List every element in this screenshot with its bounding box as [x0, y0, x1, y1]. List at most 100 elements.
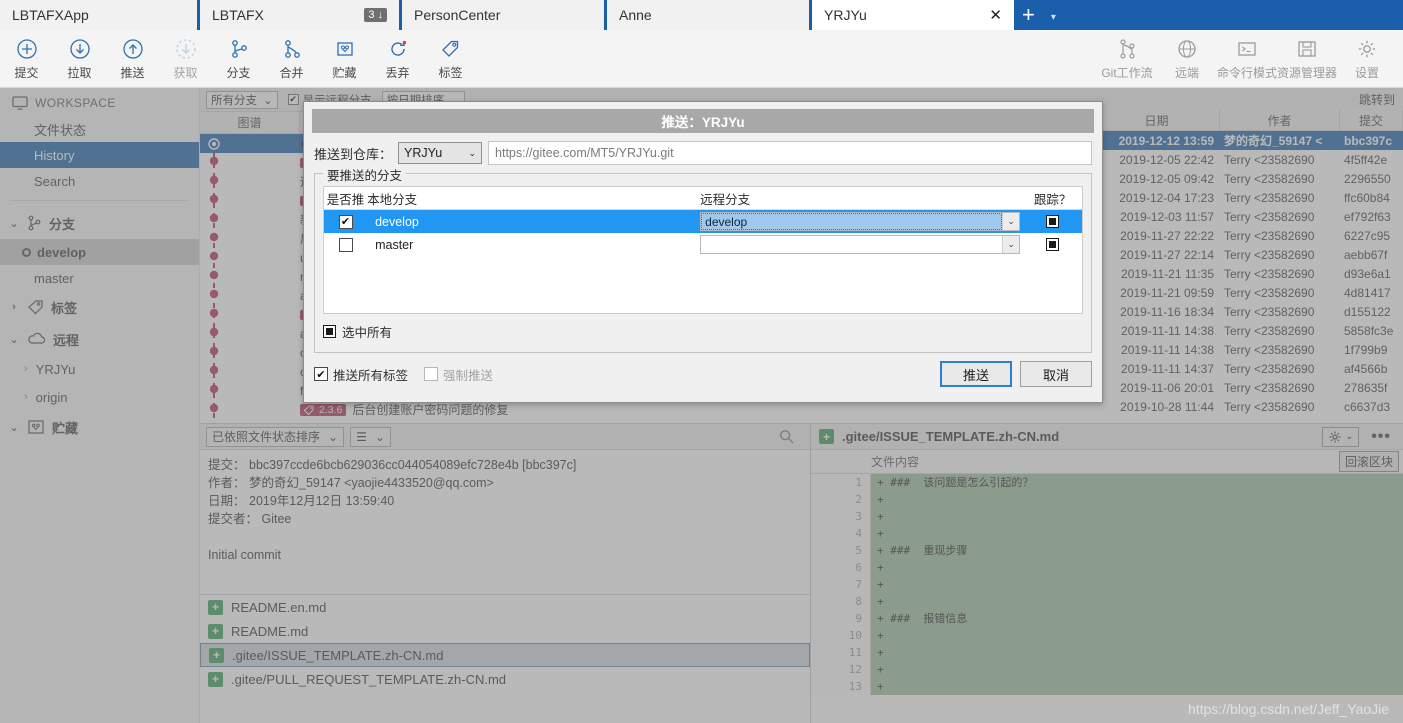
toolbar-label: 分支 — [226, 66, 251, 80]
toolbar-merge-button[interactable]: 合并 — [265, 30, 318, 81]
history-row[interactable]: 2019-11-11 14:38 Terry <23582690 1f799b9 — [1100, 340, 1403, 359]
history-row[interactable]: 2019-11-06 20:01 Terry <23582690 278635f — [1100, 378, 1403, 397]
history-row[interactable]: 2019-11-27 22:14 Terry <23582690 aebb67f — [1100, 245, 1403, 264]
sidebar-group-remotes[interactable]: ⌄ 远程 — [0, 323, 199, 355]
more-icon[interactable]: ••• — [1367, 428, 1395, 446]
history-row[interactable]: 2019-12-03 11:57 Terry <23582690 ef792f6… — [1100, 207, 1403, 226]
new-tab-button[interactable]: + — [1014, 4, 1043, 26]
file-list-item[interactable]: + .gitee/ISSUE_TEMPLATE.zh-CN.md — [200, 643, 810, 667]
push-checkbox-master[interactable] — [324, 237, 367, 252]
globe-icon — [1175, 35, 1199, 63]
history-row[interactable]: 2019-11-11 14:37 Terry <23582690 af4566b — [1100, 359, 1403, 378]
sidebar-remote-origin[interactable]: › origin — [0, 383, 199, 411]
toolbar-pull-button[interactable]: 拉取 — [53, 30, 106, 81]
checkbox-box — [424, 367, 439, 381]
monitor-icon — [12, 96, 28, 110]
sidebar-group-label: 分支 — [49, 216, 76, 232]
sidebar-item-search[interactable]: Search — [0, 168, 199, 194]
push-checkbox-develop[interactable]: ✔ — [324, 214, 367, 229]
toolbar-terminal-button[interactable]: 命令行模式 — [1217, 30, 1277, 81]
toolbar-branch-button[interactable]: 分支 — [212, 30, 265, 81]
combo-box[interactable]: ⌄ — [700, 235, 1021, 254]
sidebar-remote-yrjyu[interactable]: › YRJYu — [0, 355, 199, 383]
toolbar-explorer-button[interactable]: 资源管理器 — [1277, 30, 1337, 81]
tab-anne[interactable]: Anne — [607, 0, 812, 30]
tab-lbtafxapp[interactable]: LBTAFXApp — [0, 0, 200, 30]
checkbox-box — [338, 237, 353, 252]
history-row[interactable]: 2019-11-21 11:35 Terry <23582690 d93e6a1 — [1100, 264, 1403, 283]
remote-branch-combo-develop[interactable]: develop ⌄ — [700, 212, 1023, 231]
line-number: 2 — [855, 493, 862, 506]
sidebar-item-history[interactable]: History — [0, 142, 199, 168]
toolbar-push-button[interactable]: 推送 — [106, 30, 159, 81]
commit-author-line: 作者： 梦的奇幻_59147 <yaojie4433520@qq.com> — [208, 474, 802, 492]
chevron-down-icon[interactable]: ⌄ — [1002, 213, 1020, 230]
toolbar-tag-button[interactable]: 标签 — [424, 30, 477, 81]
history-row[interactable]: 2019-11-16 18:34 Terry <23582690 d155122 — [1100, 302, 1403, 321]
file-list-item[interactable]: + README.md — [200, 619, 810, 643]
repo-url-field[interactable]: https://gitee.com/MT5/YRJYu.git — [488, 141, 1092, 165]
diff-settings-button[interactable]: ⌄ — [1321, 426, 1360, 447]
sidebar-group-branches[interactable]: ⌄ 分支 — [0, 207, 199, 239]
history-cell-date: 2019-12-05 22:42 — [1119, 152, 1214, 167]
branch-row-master[interactable]: master ⌄ — [324, 233, 1082, 256]
file-sort-select[interactable]: 已依照文件状态排序 ⌄ — [206, 426, 345, 447]
history-header-date[interactable]: 日期 — [1100, 110, 1220, 130]
remote-branch-combo-master[interactable]: ⌄ — [700, 235, 1023, 254]
history-cell-author: Terry <23582690 — [1224, 171, 1315, 186]
sidebar-group-stashes[interactable]: ⌄ 贮藏 — [0, 411, 199, 443]
toolbar-remote-button[interactable]: 远端 — [1157, 30, 1217, 81]
select-all-label: 选中所有 — [342, 326, 393, 340]
jump-to-button[interactable]: 跳转到 — [1100, 88, 1403, 110]
view-mode-select[interactable]: ☰ ⌄ — [350, 426, 391, 447]
history-row[interactable]: 2019-10-28 11:44 Terry <23582690 c6637d3 — [1100, 397, 1403, 416]
history-row[interactable]: 2019-11-21 09:59 Terry <23582690 4d81417 — [1100, 283, 1403, 302]
branch-filter-select[interactable]: 所有分支 ⌄ — [206, 90, 278, 109]
history-header-author[interactable]: 作者 — [1220, 110, 1340, 130]
history-row[interactable]: 2019-11-27 22:22 Terry <23582690 6227c95 — [1100, 226, 1403, 245]
force-push-checkbox[interactable]: 强制推送 — [424, 365, 493, 384]
file-list-item[interactable]: + README.en.md — [200, 595, 810, 619]
history-row[interactable]: 2019-12-05 09:42 Terry <23582690 2296550 — [1100, 169, 1403, 188]
history-row[interactable]: 2019-11-11 14:38 Terry <23582690 5858fc3… — [1100, 321, 1403, 340]
branch-row-develop[interactable]: ✔ develop develop ⌄ — [324, 210, 1082, 233]
sidebar-branch-develop[interactable]: develop — [0, 239, 199, 265]
gear-icon — [1328, 430, 1342, 444]
toolbar-commit-button[interactable]: 提交 — [0, 30, 53, 81]
toolbar-fetch-button[interactable]: 获取 — [159, 30, 212, 81]
chevron-down-icon[interactable]: ⌄ — [1002, 236, 1020, 253]
tab-yrjyu[interactable]: YRJYu ✕ — [812, 0, 1014, 30]
tab-personcenter[interactable]: PersonCenter — [402, 0, 607, 30]
toolbar-label: 合并 — [279, 66, 304, 80]
push-all-tags-checkbox[interactable]: ✔ 推送所有标签 — [314, 365, 408, 384]
sidebar-branch-master[interactable]: master — [0, 265, 199, 291]
history-row[interactable]: 2019-12-05 22:42 Terry <23582690 4f5ff42… — [1100, 150, 1403, 169]
cancel-button[interactable]: 取消 — [1020, 361, 1092, 387]
toolbar-stash-button[interactable]: 贮藏 — [318, 30, 371, 81]
track-checkbox-develop[interactable] — [1023, 215, 1082, 228]
sidebar-item-file-status[interactable]: 文件状态 — [0, 116, 199, 142]
track-checkbox-master[interactable] — [1023, 238, 1082, 251]
chevron-down-icon[interactable]: ▾ — [1043, 12, 1064, 23]
chevron-right-icon: › — [12, 301, 16, 313]
combo-box[interactable]: develop ⌄ — [700, 212, 1021, 231]
search-icon[interactable] — [779, 429, 794, 444]
hamburger-icon: ☰ — [356, 429, 367, 444]
file-list-item[interactable]: + .gitee/PULL_REQUEST_TEMPLATE.zh-CN.md — [200, 667, 810, 691]
repo-select[interactable]: YRJYu ⌄ — [398, 142, 483, 164]
sidebar-group-tags[interactable]: › 标签 — [0, 291, 199, 323]
rollback-hunk-button[interactable]: 回滚区块 — [1338, 451, 1399, 472]
sidebar-divider — [10, 200, 189, 201]
tab-lbtafx[interactable]: LBTAFX 3 ↓ — [200, 0, 402, 30]
push-button[interactable]: 推送 — [940, 361, 1012, 387]
toolbar-gitflow-button[interactable]: Git工作流 — [1097, 30, 1157, 81]
remote-branch-value: develop — [701, 213, 1003, 230]
toolbar-discard-button[interactable]: 丢弃 — [371, 30, 424, 81]
close-icon[interactable]: ✕ — [989, 6, 1002, 24]
toolbar-settings-button[interactable]: 设置 — [1337, 30, 1397, 81]
checkbox-box — [1046, 215, 1060, 228]
history-header-commit[interactable]: 提交 — [1340, 110, 1403, 130]
select-all-checkbox[interactable]: 选中所有 — [323, 322, 1083, 341]
history-row[interactable]: 2019-12-12 13:59 梦的奇幻_59147 < bbc397c — [1100, 131, 1403, 150]
history-row[interactable]: 2019-12-04 17:23 Terry <23582690 ffc60b8… — [1100, 188, 1403, 207]
